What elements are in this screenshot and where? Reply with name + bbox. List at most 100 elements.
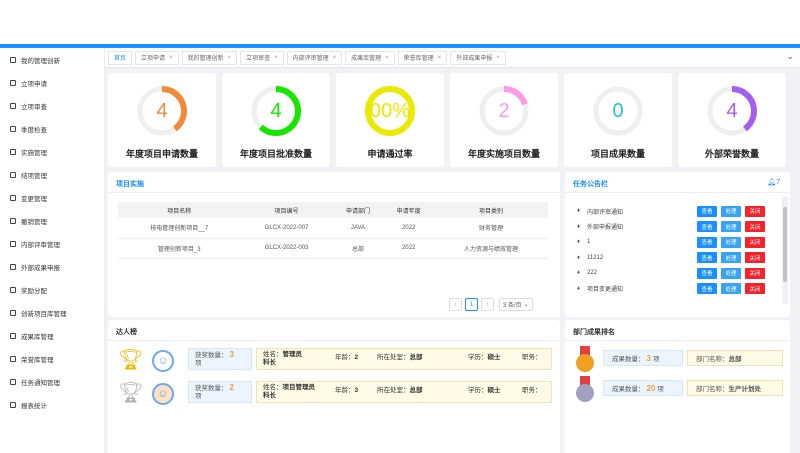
next-page-button[interactable]: › — [481, 298, 494, 311]
tab-label: 内部评审管理 — [292, 56, 329, 62]
close-icon[interactable]: × — [385, 55, 389, 61]
age-field: 年龄：2 — [335, 351, 358, 361]
handle-button[interactable]: 处理 — [721, 283, 741, 294]
name-value: 管理员 — [282, 351, 303, 358]
sidebar-item[interactable]: 立项审查 — [0, 94, 104, 117]
close-button[interactable]: 关闭 — [745, 283, 765, 294]
sidebar-item[interactable]: 实施管理 — [0, 140, 104, 163]
tab[interactable]: 内部评审管理 × — [286, 50, 343, 65]
project-table: 项目名称 项目编号 申请部门 申请年度 项目类别 核电管理创新项目__7 GLCX-202… — [118, 202, 548, 259]
award-label: 获奖数量： — [195, 352, 228, 359]
table-cell: JAVA — [332, 218, 384, 239]
tab[interactable]: 首页 — [108, 50, 133, 65]
page-size-select[interactable]: 3 条/页 ⌄ — [499, 298, 533, 311]
sidebar-item-label: 变更管理 — [21, 195, 47, 203]
close-button[interactable]: 关闭 — [745, 252, 765, 263]
dept-label: 部门名称： — [696, 356, 729, 363]
handle-button[interactable]: 处理 — [721, 252, 741, 263]
notice-scrollbar[interactable] — [782, 197, 788, 304]
sidebar-item-label: 结项管理 — [21, 172, 47, 180]
tab[interactable]: 成果库管理 × — [345, 50, 395, 65]
chevron-down-icon: ⌄ — [523, 302, 529, 308]
menu-icon — [10, 148, 16, 155]
view-button[interactable]: 查看 — [697, 205, 717, 217]
notice-title: 内部评审通知 — [587, 209, 624, 216]
close-icon[interactable]: × — [438, 55, 442, 61]
sidebar-item[interactable]: 我的管理创新 — [0, 48, 104, 71]
table-cell: 管理创新项目_3 — [118, 238, 241, 259]
office-value: 总部 — [409, 354, 423, 361]
sidebar-item[interactable]: 内部评审管理 — [0, 232, 104, 255]
person-info-box: 姓名：项目管理员 科长 年龄：3 所在处室：总部 学历：硕士 职务： — [256, 381, 552, 403]
age-value: 3 — [354, 387, 359, 394]
tab-label: 外部成果申报 — [456, 56, 493, 62]
menu-icon — [10, 79, 16, 86]
notice-title: 1 — [587, 239, 591, 245]
sidebar-item[interactable]: 结项管理 — [0, 163, 104, 186]
page-1-button[interactable]: 1 — [465, 298, 478, 311]
column-header: 申请部门 — [332, 202, 384, 218]
close-button[interactable]: 关闭 — [745, 236, 765, 248]
table-cell: 核电管理创新项目__7 — [118, 218, 241, 239]
sidebar-item[interactable]: 变更管理 — [0, 186, 104, 209]
menu-icon — [10, 263, 16, 270]
notice-panel-title: 任务公告栏 — [573, 181, 608, 188]
handle-button[interactable]: 处理 — [721, 205, 741, 217]
sidebar-item[interactable]: 报表统计 — [0, 393, 104, 416]
close-button[interactable]: 关闭 — [745, 205, 765, 217]
tab[interactable]: 立项审查 × — [240, 50, 284, 65]
office-field: 所在处室：总部 — [377, 384, 423, 394]
medal-icon — [575, 376, 595, 402]
close-icon[interactable]: × — [274, 55, 278, 61]
table-row[interactable]: 管理创新项目_3 GLCX-2022-003 总部 2022 人力资源与绩效管理 — [118, 238, 548, 259]
menu-icon — [10, 56, 16, 63]
sidebar-item[interactable]: 季度检查 — [0, 117, 104, 140]
prev-page-button[interactable]: ‹ — [449, 298, 462, 311]
table-cell: 2022 — [383, 218, 434, 239]
stat-card: 4 外部荣誉数量 — [678, 73, 786, 167]
table-row[interactable]: 核电管理创新项目__7 GLCX-2022-007 JAVA 2022 财务管理 — [118, 218, 548, 239]
view-button[interactable]: 查看 — [697, 267, 717, 279]
view-button[interactable]: 查看 — [697, 283, 717, 294]
close-icon[interactable]: × — [169, 55, 173, 61]
sidebar-item[interactable]: 奖励分配 — [0, 278, 104, 301]
close-button[interactable]: 关闭 — [745, 267, 765, 279]
scroll-thumb[interactable] — [783, 207, 787, 282]
handle-button[interactable]: 处理 — [721, 221, 741, 232]
dept-count-box: 成果数量： 3 项 — [603, 350, 683, 366]
tab[interactable]: 荣誉库管理 × — [397, 50, 448, 65]
sidebar-item-label: 外部成果申报 — [21, 264, 60, 272]
sidebar-item[interactable]: 立项申请 — [0, 71, 104, 94]
bell-icon: ♦ — [577, 254, 581, 261]
stat-label: 年度实施项目数量 — [467, 149, 540, 159]
sidebar-item[interactable]: 荣誉库管理 — [0, 347, 104, 370]
close-button[interactable]: 关闭 — [745, 221, 765, 232]
sidebar-item[interactable]: 任务通知管理 — [0, 370, 104, 393]
close-icon[interactable]: × — [228, 55, 232, 61]
stat-label: 年度项目批准数量 — [239, 149, 312, 159]
tab-label: 成果库管理 — [351, 56, 382, 62]
award-unit: 项 — [195, 393, 202, 400]
close-icon[interactable]: × — [333, 55, 337, 61]
avatar: ☺ — [152, 383, 174, 405]
tab[interactable]: 外部成果申报 × — [450, 50, 506, 65]
sidebar-item[interactable]: 撤销管理 — [0, 209, 104, 232]
sidebar-item[interactable]: 外部成果申报 — [0, 255, 104, 278]
close-icon[interactable]: × — [496, 55, 500, 61]
tab[interactable]: 立项申请 × — [135, 50, 179, 65]
page-size-label: 3 条/页 — [503, 303, 522, 309]
handle-button[interactable]: 处理 — [721, 267, 741, 279]
tabs-more-icon[interactable]: ⌄ — [786, 51, 794, 62]
tab[interactable]: 我的管理创新 × — [181, 50, 238, 65]
view-button[interactable]: 查看 — [697, 252, 717, 263]
view-button[interactable]: 查看 — [697, 221, 717, 232]
sidebar-item[interactable]: 创新项目库管理 — [0, 301, 104, 324]
office-field: 所在处室：总部 — [377, 351, 423, 361]
handle-button[interactable]: 处理 — [721, 236, 741, 248]
title-value: 科长 — [263, 359, 276, 366]
sidebar-item[interactable]: 成果库管理 — [0, 324, 104, 347]
menu-icon — [10, 171, 16, 178]
bell-icon: ♦ — [577, 270, 581, 276]
view-button[interactable]: 查看 — [697, 236, 717, 248]
count-unit: 项 — [652, 356, 660, 363]
